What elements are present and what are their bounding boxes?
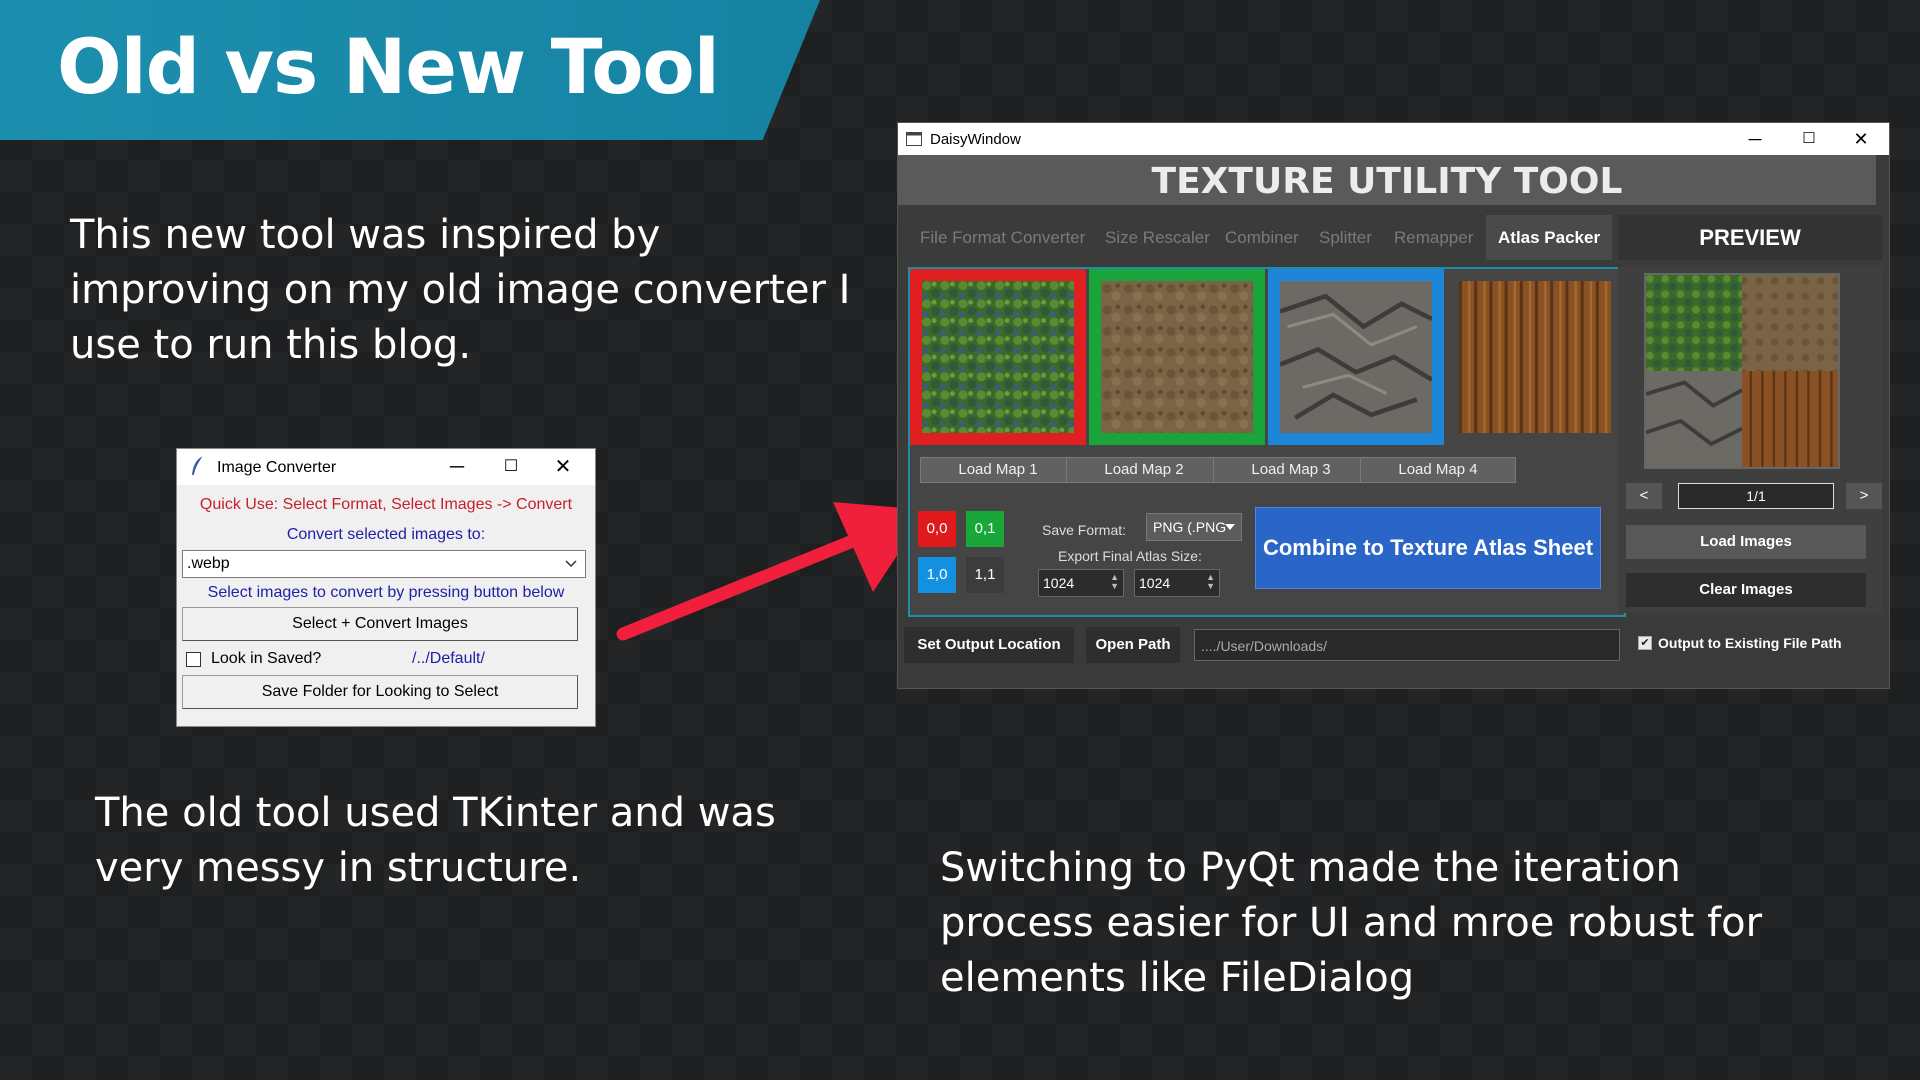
quadrant-1-0-button[interactable]: 1,0 xyxy=(918,557,956,593)
page-indicator: 1/1 xyxy=(1678,483,1834,509)
load-map-2-button[interactable]: Load Map 2 xyxy=(1066,457,1222,483)
preview-heading: PREVIEW xyxy=(1618,215,1882,260)
save-format-label: Save Format: xyxy=(1042,522,1127,538)
new-window-title: DaisyWindow xyxy=(930,131,1021,148)
map-slot-1[interactable] xyxy=(910,269,1086,445)
format-select-value: .webp xyxy=(187,555,230,572)
tab-combiner[interactable]: Combiner xyxy=(1225,215,1299,260)
output-existing-label: Output to Existing File Path xyxy=(1658,635,1842,651)
app-window-icon xyxy=(906,132,922,146)
select-convert-button[interactable]: Select + Convert Images xyxy=(182,607,578,641)
default-path-label: /../Default/ xyxy=(412,650,485,667)
quick-use-hint: Quick Use: Select Format, Select Images … xyxy=(199,496,573,513)
next-page-button[interactable]: > xyxy=(1846,483,1882,509)
load-images-button[interactable]: Load Images xyxy=(1626,525,1866,559)
rock-texture xyxy=(1280,281,1432,433)
atlas-height-spinbox[interactable]: 1024 ▲ ▼ xyxy=(1134,569,1220,597)
slide-title: Old vs New Tool xyxy=(57,22,720,111)
intro-paragraph: This new tool was inspired by improving … xyxy=(70,212,851,368)
quadrant-0-1-button[interactable]: 0,1 xyxy=(966,511,1004,547)
old-image-converter-window: Image Converter ─ ☐ ✕ Quick Use: Select … xyxy=(177,449,595,726)
output-bar: Set Output Location Open Path ..../User/… xyxy=(898,617,1889,677)
tab-bar: File Format Converter Size Rescaler Comb… xyxy=(908,215,1613,260)
clear-images-button[interactable]: Clear Images xyxy=(1626,573,1866,607)
dirt-texture xyxy=(1101,281,1253,433)
new-tool-note: Switching to PyQt made the iteration pro… xyxy=(940,845,1763,1001)
preview-panel: < 1/1 > Load Images Clear Images xyxy=(1618,267,1882,613)
minimize-icon[interactable]: ─ xyxy=(1728,123,1782,155)
set-output-location-button[interactable]: Set Output Location xyxy=(904,627,1074,663)
atlas-width-spinbox[interactable]: 1024 ▲ ▼ xyxy=(1038,569,1124,597)
texture-utility-window: DaisyWindow ─ ☐ ✕ TEXTURE UTILITY TOOL F… xyxy=(898,123,1889,688)
save-format-value: PNG (.PNG xyxy=(1153,519,1227,535)
save-folder-button[interactable]: Save Folder for Looking to Select xyxy=(182,675,578,709)
close-icon[interactable]: ✕ xyxy=(541,453,585,481)
close-icon[interactable]: ✕ xyxy=(1834,123,1888,155)
previous-page-button[interactable]: < xyxy=(1626,483,1662,509)
dropdown-arrow-icon xyxy=(1225,524,1235,530)
format-select[interactable]: .webp xyxy=(182,550,586,578)
tool-header: TEXTURE UTILITY TOOL xyxy=(898,155,1876,205)
minimize-icon[interactable]: ─ xyxy=(435,453,479,481)
load-map-4-button[interactable]: Load Map 4 xyxy=(1360,457,1516,483)
tab-file-format-converter[interactable]: File Format Converter xyxy=(920,215,1085,260)
output-existing-checkbox[interactable]: ✔ xyxy=(1638,636,1652,650)
load-map-1-button[interactable]: Load Map 1 xyxy=(920,457,1076,483)
convert-label: Convert selected images to: xyxy=(286,526,486,543)
atlas-size-label: Export Final Atlas Size: xyxy=(1058,548,1202,564)
save-format-select[interactable]: PNG (.PNG xyxy=(1146,513,1242,541)
atlas-packer-panel: Load Map 1 Load Map 2 Load Map 3 Load Ma… xyxy=(908,267,1626,617)
spin-arrows-icon[interactable]: ▲ ▼ xyxy=(1110,573,1119,591)
atlas-preview-image xyxy=(1644,273,1840,469)
tab-remapper[interactable]: Remapper xyxy=(1394,215,1473,260)
tool-title: TEXTURE UTILITY TOOL xyxy=(1151,161,1623,202)
maximize-icon[interactable]: ☐ xyxy=(1782,123,1836,155)
dropdown-arrow-icon xyxy=(565,560,577,568)
feather-icon xyxy=(192,455,204,476)
tab-splitter[interactable]: Splitter xyxy=(1319,215,1372,260)
tab-atlas-packer[interactable]: Atlas Packer xyxy=(1486,215,1613,260)
look-in-saved-label: Look in Saved? xyxy=(211,650,322,667)
combine-atlas-button[interactable]: Combine to Texture Atlas Sheet xyxy=(1255,507,1601,589)
map-slot-2[interactable] xyxy=(1089,269,1265,445)
map-slot-3[interactable] xyxy=(1268,269,1444,445)
grass-texture xyxy=(922,281,1074,433)
open-path-button[interactable]: Open Path xyxy=(1086,627,1180,663)
new-window-titlebar[interactable]: DaisyWindow ─ ☐ ✕ xyxy=(898,123,1889,155)
tab-size-rescaler[interactable]: Size Rescaler xyxy=(1105,215,1210,260)
output-path-field[interactable]: ..../User/Downloads/ xyxy=(1194,629,1620,661)
maximize-icon[interactable]: ☐ xyxy=(489,453,533,481)
old-window-title: Image Converter xyxy=(217,459,337,476)
look-in-saved-checkbox[interactable] xyxy=(186,652,201,667)
old-tool-note: The old tool used TKinter and was very m… xyxy=(95,790,776,891)
quadrant-1-1-button[interactable]: 1,1 xyxy=(966,557,1004,593)
load-map-3-button[interactable]: Load Map 3 xyxy=(1213,457,1369,483)
map-slot-4[interactable] xyxy=(1447,269,1623,445)
atlas-width-value: 1024 xyxy=(1043,575,1075,591)
atlas-height-value: 1024 xyxy=(1139,575,1171,591)
spin-arrows-icon[interactable]: ▲ ▼ xyxy=(1206,573,1215,591)
arrow-pointer xyxy=(616,502,927,641)
old-window-titlebar[interactable]: Image Converter ─ ☐ ✕ xyxy=(177,449,595,485)
select-images-hint: Select images to convert by pressing but… xyxy=(207,584,565,601)
wood-texture xyxy=(1459,281,1611,433)
quadrant-0-0-button[interactable]: 0,0 xyxy=(918,511,956,547)
